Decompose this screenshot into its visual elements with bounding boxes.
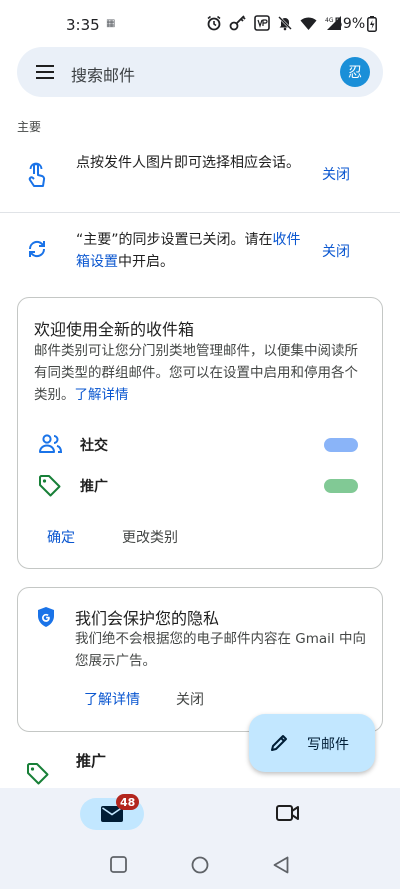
tip-close-button[interactable]: 关闭 <box>322 241 350 261</box>
change-categories-button[interactable]: 更改类别 <box>122 527 178 547</box>
back-icon[interactable] <box>273 856 289 878</box>
section-label: 主要 <box>17 120 42 134</box>
people-icon <box>38 433 64 459</box>
tip-text: “主要”的同步设置已关闭。请在收件箱设置中开启。 <box>76 229 306 273</box>
touch-icon <box>26 162 48 192</box>
tip-text-before: “主要”的同步设置已关闭。请在 <box>76 232 273 248</box>
category-promotions: 推广 <box>18 474 384 498</box>
svg-text:4G: 4G <box>325 17 334 24</box>
privacy-card-title: 我们会保护您的隐私 <box>75 609 220 628</box>
tag-icon <box>38 474 62 502</box>
tip-text-after: 中开启。 <box>118 254 174 270</box>
welcome-card-title: 欢迎使用全新的收件箱 <box>34 320 195 339</box>
key-icon <box>229 15 247 31</box>
unread-badge: 48 <box>116 794 140 810</box>
system-nav-bar <box>0 842 400 889</box>
tip-text: 点按发件人图片即可选择相应会话。 <box>76 155 300 171</box>
promotions-label: 推广 <box>76 752 107 770</box>
tag-icon <box>26 762 50 790</box>
category-social: 社交 <box>18 433 384 457</box>
category-label: 社交 <box>80 438 108 454</box>
privacy-close-button[interactable]: 关闭 <box>176 689 204 709</box>
tip-close-button[interactable]: 关闭 <box>322 164 350 184</box>
status-indicator: ▦ <box>106 18 116 29</box>
learn-more-link[interactable]: 了解详情 <box>75 387 129 403</box>
status-icons: 4G <box>206 15 342 31</box>
welcome-card: 欢迎使用全新的收件箱 邮件类别可让您分门别类地管理邮件，以便集中阅读所有同类型的… <box>17 297 383 569</box>
status-time: 3:35 <box>66 16 100 34</box>
vpn-icon <box>254 15 270 31</box>
home-icon[interactable] <box>191 856 209 878</box>
battery-icon <box>367 16 377 36</box>
bell-off-icon <box>277 15 293 31</box>
social-toggle[interactable] <box>324 438 358 452</box>
menu-icon[interactable] <box>35 62 55 82</box>
battery-percent: 59% <box>334 16 366 32</box>
tip-sync-off: “主要”的同步设置已关闭。请在收件箱设置中开启。 关闭 <box>0 213 400 285</box>
video-camera-icon[interactable] <box>276 804 300 826</box>
sync-icon <box>26 238 48 264</box>
privacy-card: 我们会保护您的隐私 我们绝不会根据您的电子邮件内容在 Gmail 中向您展示广告… <box>17 587 383 732</box>
pencil-icon <box>269 733 289 757</box>
promotions-toggle[interactable] <box>324 479 358 493</box>
confirm-button[interactable]: 确定 <box>47 527 75 547</box>
search-input[interactable]: 搜索邮件 <box>71 62 135 86</box>
recents-icon[interactable] <box>110 856 127 877</box>
welcome-card-body: 邮件类别可让您分门别类地管理邮件，以便集中阅读所有同类型的群组邮件。您可以在设置… <box>34 340 370 406</box>
google-shield-icon <box>36 606 56 632</box>
privacy-card-body: 我们绝不会根据您的电子邮件内容在 Gmail 中向您展示广告。 <box>75 631 366 669</box>
category-label: 推广 <box>80 479 108 495</box>
search-bar[interactable]: 搜索邮件 忍 <box>17 47 383 97</box>
bottom-nav: 48 <box>0 788 400 842</box>
avatar[interactable]: 忍 <box>340 57 370 87</box>
privacy-learn-more-button[interactable]: 了解详情 <box>84 689 140 709</box>
tip-sender-image: 点按发件人图片即可选择相应会话。 关闭 <box>0 140 400 212</box>
wifi-icon <box>300 16 317 31</box>
status-bar: 3:35 ▦ 4G 59% <box>0 0 400 48</box>
compose-button[interactable]: 写邮件 <box>249 714 375 772</box>
alarm-icon <box>206 15 222 31</box>
compose-label: 写邮件 <box>307 737 349 753</box>
